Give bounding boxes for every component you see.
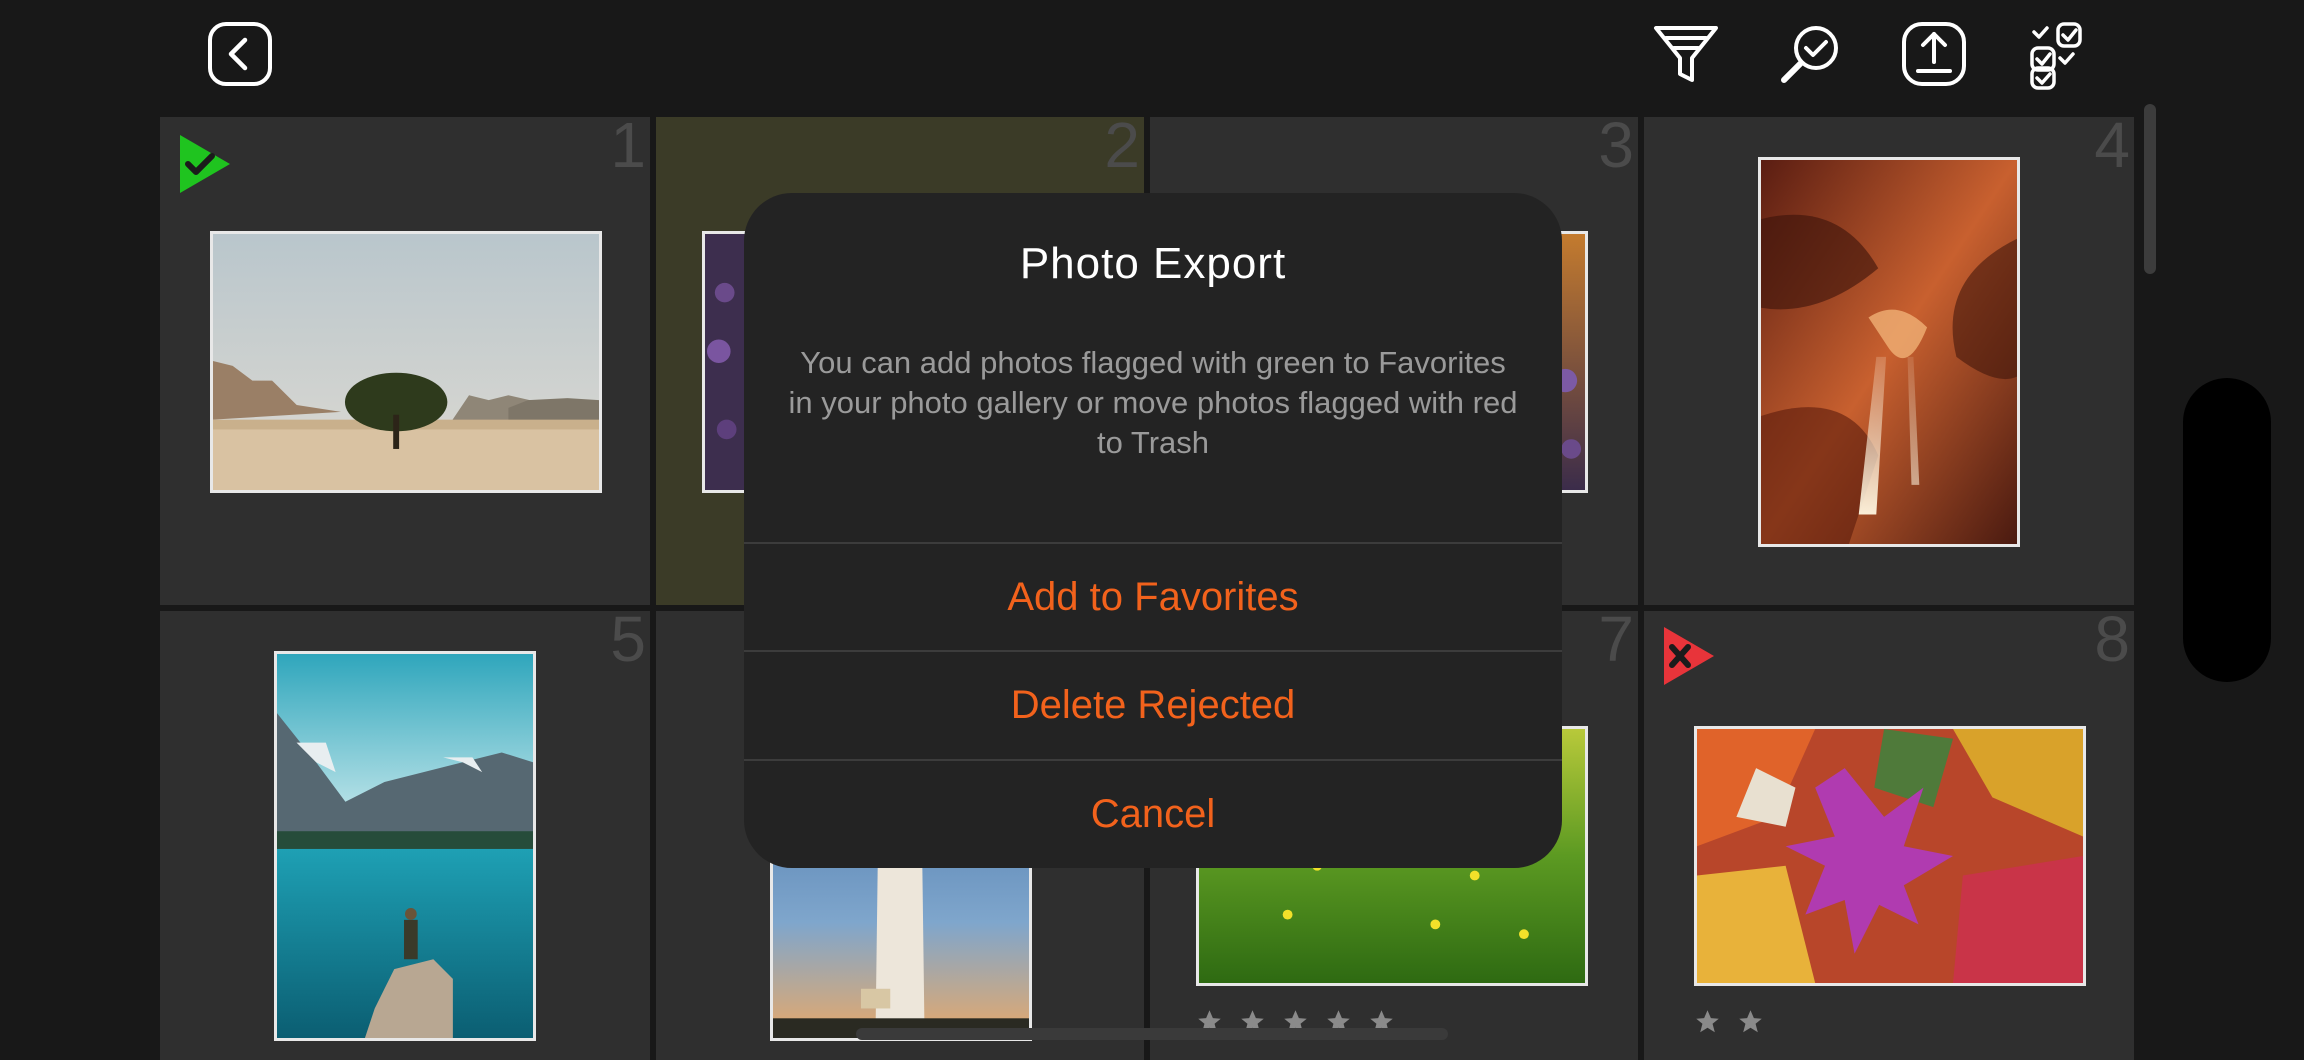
search-check-icon	[1781, 26, 1838, 83]
accepted-flag-icon	[180, 135, 230, 193]
autumn-leaves-photo	[1697, 729, 2083, 983]
photo-cell-1[interactable]: 1	[160, 117, 650, 605]
star-icon	[1739, 1010, 1762, 1033]
cell-number: 8	[2094, 611, 2130, 675]
app-root: 1 2 3 4 5 7 8 Photo Export You can add p…	[0, 0, 2304, 1060]
dialog-title: Photo Export	[1019, 239, 1287, 288]
scrollbar[interactable]	[2144, 104, 2156, 274]
canyon-photo	[1761, 160, 2017, 544]
cell-number: 1	[610, 117, 646, 181]
delete-rejected-button[interactable]: Delete Rejected	[744, 650, 1562, 758]
mountain-lake-photo	[277, 654, 533, 1038]
side-handle[interactable]	[2183, 378, 2271, 682]
photo-thumbnail[interactable]	[1694, 726, 2086, 986]
star-rating[interactable]	[1694, 1008, 1764, 1035]
multi-select-icon	[2030, 22, 2082, 90]
search-button[interactable]	[1774, 18, 1846, 90]
multi-select-button[interactable]	[2026, 18, 2098, 90]
add-to-favorites-button[interactable]: Add to Favorites	[744, 542, 1562, 650]
export-button[interactable]	[1898, 18, 1970, 90]
back-button[interactable]	[204, 18, 276, 90]
cell-number: 2	[1104, 117, 1140, 181]
filter-icon	[1654, 26, 1718, 82]
photo-export-dialog: Photo Export You can add photos flagged …	[744, 193, 1562, 868]
cancel-button[interactable]: Cancel	[744, 759, 1562, 867]
photo-thumbnail[interactable]	[1758, 157, 2020, 547]
dialog-message: You can add photos flagged with green to…	[788, 345, 1518, 460]
home-indicator[interactable]	[856, 1028, 1448, 1040]
photo-thumbnail[interactable]	[210, 231, 602, 493]
desert-tree-photo	[213, 234, 599, 490]
cell-number: 4	[2094, 117, 2130, 181]
rejected-flag-icon	[1664, 627, 1714, 685]
filter-button[interactable]	[1650, 18, 1722, 90]
photo-thumbnail[interactable]	[274, 651, 536, 1041]
cell-number: 5	[610, 611, 646, 675]
photo-cell-4[interactable]: 4	[1644, 117, 2134, 605]
export-icon	[1902, 22, 1966, 86]
photo-cell-8[interactable]: 8	[1644, 611, 2134, 1060]
back-chevron-icon	[208, 22, 272, 86]
cell-number: 7	[1598, 611, 1634, 675]
star-icon	[1696, 1010, 1719, 1033]
photo-cell-5[interactable]: 5	[160, 611, 650, 1060]
cell-number: 3	[1598, 117, 1634, 181]
